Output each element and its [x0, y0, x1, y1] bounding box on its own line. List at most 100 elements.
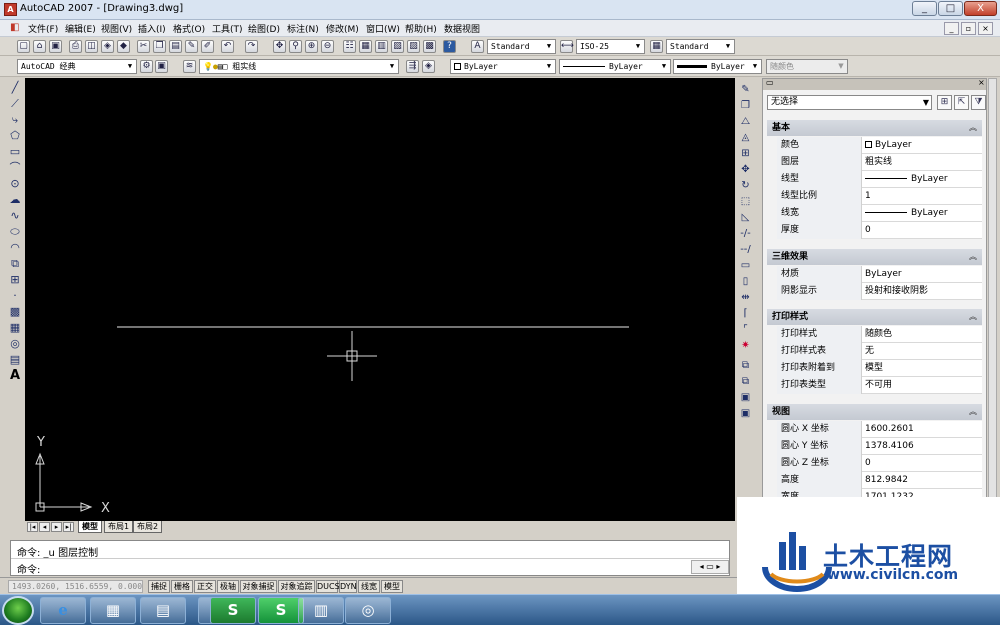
gradient-icon[interactable]: ▦	[6, 320, 24, 335]
palette-menu-icon[interactable]: ▭	[766, 79, 774, 87]
insert-block-icon[interactable]: ⧉	[6, 256, 24, 271]
arc-icon[interactable]: ⌒	[6, 160, 24, 175]
region-icon[interactable]: ◎	[6, 336, 24, 351]
help-icon[interactable]: ?	[443, 40, 456, 53]
ducs-toggle[interactable]: DUCS	[316, 580, 340, 593]
ellipse-arc-icon[interactable]: ◠	[6, 240, 24, 255]
maximize-button[interactable]: □	[938, 1, 963, 16]
layer-combo[interactable]: 💡●▤□ 粗实线 ▼	[199, 59, 399, 74]
color-combo[interactable]: ByLayer ▼	[450, 59, 556, 74]
workspace-settings-icon[interactable]: ⚙	[140, 60, 153, 73]
markup-icon[interactable]: ▨	[407, 40, 420, 53]
mirror-icon[interactable]: ⧍	[737, 114, 754, 129]
multiline-text-icon[interactable]: A	[6, 368, 24, 383]
text-style-combo[interactable]: Standard ▼	[487, 39, 556, 54]
menu-tools[interactable]: 工具(T)	[212, 22, 243, 35]
revision-cloud-icon[interactable]: ☁	[6, 192, 24, 207]
ellipse-icon[interactable]: ⬭	[6, 224, 24, 239]
layer-previous-icon[interactable]: ◈	[422, 60, 435, 73]
break-at-point-icon[interactable]: ▯	[737, 274, 754, 289]
table-style-icon[interactable]: ▦	[650, 40, 663, 53]
menu-insert[interactable]: 插入(I)	[138, 22, 166, 35]
menu-help[interactable]: 帮助(H)	[405, 22, 437, 35]
selection-combo[interactable]: 无选择 ▼	[767, 95, 932, 110]
taskbar-paint[interactable]: ◎	[345, 597, 391, 624]
erase-icon[interactable]: ✎	[737, 82, 754, 97]
circle-icon[interactable]: ⊙	[6, 176, 24, 191]
join-icon[interactable]: ⇹	[737, 290, 754, 305]
property-row[interactable]: 圆心 X 坐标 1600.2601	[777, 421, 982, 438]
make-layer-current-icon[interactable]: ⇶	[406, 60, 419, 73]
close-button[interactable]: X	[964, 1, 997, 16]
polygon-icon[interactable]: ⬠	[6, 128, 24, 143]
array-icon[interactable]: ⊞	[737, 146, 754, 161]
plot-icon[interactable]: ⎙	[69, 40, 82, 53]
property-row[interactable]: 厚度 0	[777, 222, 982, 239]
lineweight-combo[interactable]: ByLayer ▼	[673, 59, 762, 74]
design-center-icon[interactable]: ▦	[359, 40, 372, 53]
section-3d-effects[interactable]: 三维效果 ︽	[767, 249, 982, 265]
select-objects-icon[interactable]: ⇱	[954, 95, 969, 110]
command-prompt[interactable]: 命令:	[17, 561, 40, 576]
property-row[interactable]: 打印样式 随颜色	[777, 326, 982, 343]
property-row[interactable]: 打印表附着到 模型	[777, 360, 982, 377]
menu-data-view[interactable]: 数据视图	[444, 22, 480, 35]
command-window[interactable]: 命令: _u 图层控制 命令: ◂ ▭ ▸	[10, 540, 730, 576]
coordinates-display[interactable]: 1493.0260, 1516.6559, 0.0000	[8, 580, 143, 593]
construction-line-icon[interactable]: ⟋	[6, 96, 24, 111]
section-general[interactable]: 基本 ︽	[767, 120, 982, 136]
property-row[interactable]: 高度 812.9842	[777, 472, 982, 489]
taskbar-autocad[interactable]: S	[210, 597, 256, 624]
next-tab-icon[interactable]: ▸	[51, 522, 62, 532]
match-properties-icon[interactable]: ✎	[185, 40, 198, 53]
osnap-toggle[interactable]: 对象捕捉	[240, 580, 277, 593]
ortho-toggle[interactable]: 正交	[194, 580, 216, 593]
workspace-combo[interactable]: AutoCAD 经典 ▼	[17, 59, 137, 74]
property-row[interactable]: 圆心 Y 坐标 1378.4106	[777, 438, 982, 455]
property-row[interactable]: 线型 ByLayer	[777, 171, 982, 188]
menu-file[interactable]: 文件(F)	[28, 22, 58, 35]
doc-minimize-button[interactable]: _	[944, 22, 959, 35]
3d-dwf-icon[interactable]: ◆	[117, 40, 130, 53]
menu-view[interactable]: 视图(V)	[101, 22, 132, 35]
tab-model[interactable]: 模型	[78, 521, 102, 533]
doc-close-button[interactable]: ×	[978, 22, 993, 35]
calculator-icon[interactable]: ▩	[423, 40, 436, 53]
line-icon[interactable]: ╱	[6, 80, 24, 95]
text-style-icon[interactable]: A	[471, 40, 484, 53]
table-icon[interactable]: ▤	[6, 352, 24, 367]
table-style-combo[interactable]: Standard ▼	[666, 39, 735, 54]
last-tab-icon[interactable]: ▸|	[63, 522, 74, 532]
menu-window[interactable]: 窗口(W)	[366, 22, 400, 35]
pan-icon[interactable]: ✥	[273, 40, 286, 53]
property-row[interactable]: 线型比例 1	[777, 188, 982, 205]
save-icon[interactable]: ▣	[49, 40, 62, 53]
fillet-icon[interactable]: ⌜	[737, 322, 754, 337]
property-row[interactable]: 材质 ByLayer	[777, 266, 982, 283]
open-icon[interactable]: ⌂	[33, 40, 46, 53]
property-row[interactable]: 圆心 Z 坐标 0	[777, 455, 982, 472]
point-icon[interactable]: ·	[6, 288, 24, 303]
plot-preview-icon[interactable]: ◫	[85, 40, 98, 53]
taskbar-app-2[interactable]: ▦	[90, 597, 136, 624]
property-row[interactable]: 阴影显示 投射和接收阴影	[777, 283, 982, 300]
zoom-realtime-icon[interactable]: ⚲	[289, 40, 302, 53]
rotate-icon[interactable]: ↻	[737, 178, 754, 193]
zoom-previous-icon[interactable]: ⊖	[321, 40, 334, 53]
plotstyle-combo[interactable]: 随颜色 ▼	[766, 59, 848, 74]
paste-icon[interactable]: ▤	[169, 40, 182, 53]
sheet-set-icon[interactable]: ▧	[391, 40, 404, 53]
menu-modify[interactable]: 修改(M)	[326, 22, 359, 35]
palette-scrollbar[interactable]	[988, 78, 997, 498]
scale-icon[interactable]: ⬚	[737, 194, 754, 209]
taskbar-ie[interactable]: e	[40, 597, 86, 624]
dyn-toggle[interactable]: DYN	[339, 580, 357, 593]
draw-order-back-icon[interactable]: ⧉	[737, 374, 754, 389]
taskbar-app-3[interactable]: ▤	[140, 597, 186, 624]
block-editor-icon[interactable]: ✐	[201, 40, 214, 53]
quick-select-icon[interactable]: ⧩	[971, 95, 986, 110]
linetype-combo[interactable]: ByLayer ▼	[559, 59, 671, 74]
spline-icon[interactable]: ∿	[6, 208, 24, 223]
offset-icon[interactable]: ◬	[737, 130, 754, 145]
bring-above-icon[interactable]: ▣	[737, 390, 754, 405]
